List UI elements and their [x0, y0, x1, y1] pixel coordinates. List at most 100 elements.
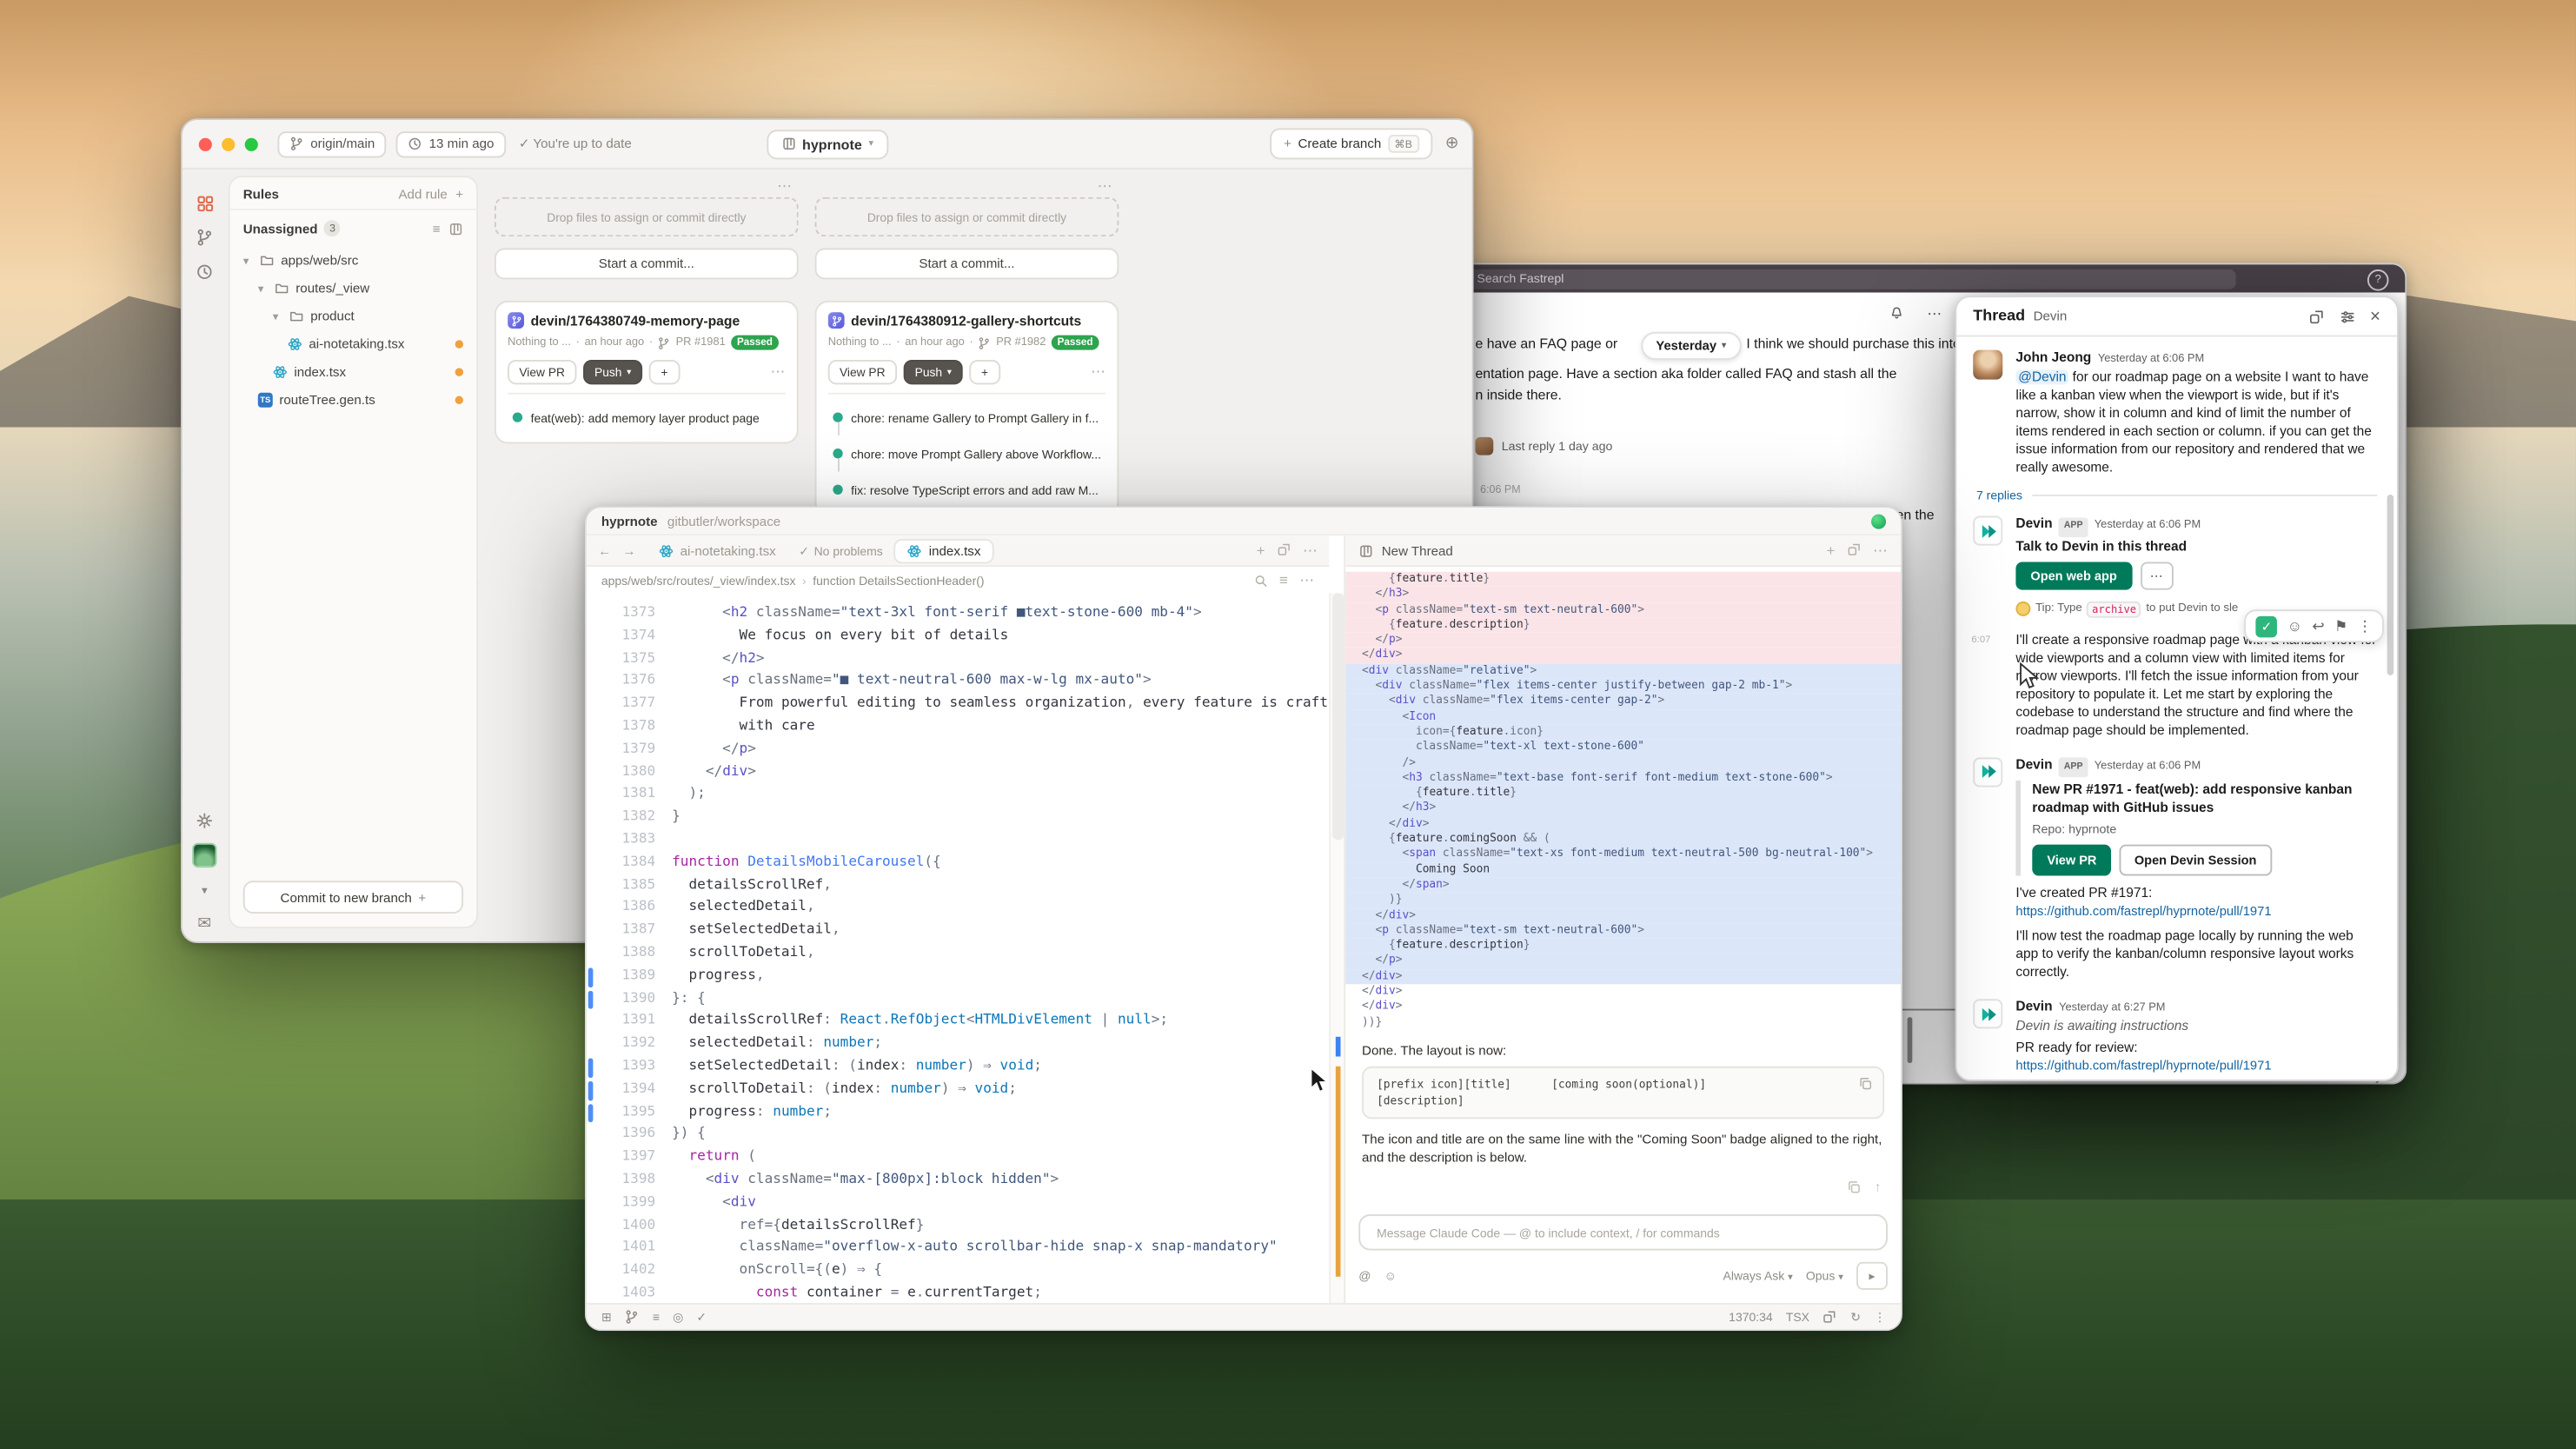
code-line[interactable]: 1396}) { — [587, 1125, 1329, 1147]
view-pr-button[interactable]: View PR — [508, 360, 576, 384]
tree-file-routetree[interactable]: TSrouteTree.gen.ts — [230, 386, 477, 414]
add-reaction-icon[interactable]: ☺ — [2287, 618, 2302, 635]
lane-menu-icon[interactable]: ⋯ — [777, 177, 792, 196]
permission-mode-select[interactable]: Always Ask ▾ — [1723, 1268, 1793, 1283]
drop-zone[interactable]: Drop files to assign or commit directly — [815, 197, 1119, 236]
workspace-switcher-button[interactable]: hyprnote▾ — [766, 129, 888, 158]
tree-view-icon[interactable] — [448, 221, 463, 236]
statusbar-more-icon[interactable]: ⋮ — [1874, 1310, 1886, 1325]
completed-reaction-icon[interactable]: ✓ — [2256, 615, 2278, 637]
mail-icon[interactable]: ✉ — [197, 907, 211, 941]
code-line[interactable]: 1388 scrollToDetail, — [587, 943, 1329, 966]
branch-name[interactable]: devin/1764380912-gallery-shortcuts — [828, 312, 1105, 329]
code-editor[interactable]: 1373 <h2 className="text-3xl font-serif … — [587, 593, 1329, 1303]
sync-icon[interactable]: ↻ — [1850, 1310, 1861, 1325]
branch-name[interactable]: devin/1764380749-memory-page — [508, 312, 785, 329]
pr-number[interactable]: PR #1981 — [676, 337, 726, 349]
code-line[interactable]: 1382} — [587, 807, 1329, 829]
user-avatar[interactable] — [192, 838, 216, 873]
claude-message-input[interactable] — [1373, 1223, 1873, 1241]
add-rule-button[interactable]: Add rule+ — [398, 187, 463, 202]
commit-row[interactable]: chore: rename Gallery to Prompt Gallery … — [828, 399, 1105, 435]
commit-row[interactable]: feat(web): add memory layer product page — [508, 399, 785, 435]
bookmark-icon[interactable]: ⚑ — [2334, 617, 2347, 635]
reply-icon[interactable]: ↩ — [2312, 617, 2324, 635]
code-line[interactable]: 1380 </div> — [587, 761, 1329, 784]
code-line[interactable]: 1378 with care — [587, 716, 1329, 739]
panel-more-icon[interactable]: ⋯ — [1873, 542, 1888, 560]
breadcrumb-path[interactable]: apps/web/src/routes/_view/index.tsx — [601, 573, 796, 588]
breadcrumb-symbol[interactable]: function DetailsSectionHeader() — [813, 573, 984, 588]
code-line[interactable]: 1376 <p className="■ text-neutral-600 ma… — [587, 671, 1329, 694]
mention-context-icon[interactable]: @ — [1358, 1268, 1371, 1283]
list-icon[interactable]: ≡ — [653, 1310, 660, 1325]
crumb-more-icon[interactable]: ⋯ — [1299, 571, 1314, 589]
add-button[interactable]: + — [970, 360, 1000, 384]
pr-number[interactable]: PR #1982 — [996, 337, 1046, 349]
nav-forward-icon[interactable]: → — [622, 543, 635, 558]
cursor-position[interactable]: 1370:34 — [1729, 1310, 1773, 1325]
list-view-icon[interactable]: ≡ — [433, 221, 441, 236]
code-line[interactable]: 1394 scrollToDetail: (index: number) ⇒ v… — [587, 1079, 1329, 1101]
pr-link[interactable]: https://github.com/fastrepl/hyprnote/pul… — [2015, 902, 2377, 921]
claude-message-input-box[interactable] — [1358, 1214, 1888, 1251]
code-line[interactable]: 1383 — [587, 830, 1329, 853]
panel-icon[interactable] — [1822, 1310, 1837, 1325]
add-button[interactable]: + — [649, 360, 680, 384]
search-icon[interactable] — [1253, 573, 1268, 588]
code-line[interactable]: 1392 selectedDetail: number; — [587, 1034, 1329, 1056]
code-line[interactable]: 1373 <h2 className="text-3xl font-serif … — [587, 603, 1329, 626]
user-mention[interactable]: @Devin — [2015, 369, 2068, 384]
code-line[interactable]: 1385 detailsScrollRef, — [587, 875, 1329, 898]
commit-to-new-branch-button[interactable]: Commit to new branch+ — [243, 881, 463, 914]
sliders-icon[interactable] — [2339, 308, 2355, 324]
lane-menu-icon[interactable]: ⋯ — [1098, 177, 1112, 196]
tree-folder-product[interactable]: ▾product — [230, 302, 477, 330]
panel-popout-icon[interactable] — [1847, 542, 1862, 556]
send-message-button[interactable]: ▸ — [1856, 1262, 1888, 1290]
nav-back-icon[interactable]: ← — [598, 543, 611, 558]
pr-title[interactable]: New PR #1971 - feat(web): add responsive… — [2032, 781, 2377, 817]
push-button[interactable]: Push▾ — [583, 360, 643, 384]
branch-icon[interactable] — [625, 1310, 640, 1325]
window-controls[interactable] — [199, 137, 258, 150]
code-line[interactable]: 1400 ref={detailsScrollRef} — [587, 1215, 1329, 1238]
commit-row[interactable]: fix: resolve TypeScript errors and add r… — [828, 472, 1105, 508]
code-line[interactable]: 1403 const container = e.currentTarget; — [587, 1283, 1329, 1303]
more-icon[interactable]: ⋯ — [1927, 306, 1942, 324]
split-editor-icon[interactable] — [1277, 542, 1291, 556]
code-line[interactable]: 1379 </p> — [587, 739, 1329, 761]
author-name[interactable]: Devin — [2015, 755, 2052, 774]
tree-file-index[interactable]: index.tsx — [230, 358, 477, 386]
code-line[interactable]: 1391 detailsScrollRef: React.RefObject<H… — [587, 1011, 1329, 1034]
code-line[interactable]: 1377 From powerful editing to seamless o… — [587, 694, 1329, 716]
open-devin-session-button[interactable]: Open Devin Session — [2120, 845, 2272, 876]
open-web-app-button[interactable]: Open web app — [2015, 562, 2131, 589]
code-line[interactable]: 1387 setSelectedDetail, — [587, 921, 1329, 943]
remote-branch-chip[interactable]: origin/main — [277, 130, 386, 156]
commit-row[interactable]: chore: move Prompt Gallery above Workflo… — [828, 435, 1105, 472]
code-line[interactable]: 1390}: { — [587, 988, 1329, 1011]
settings-gear-icon[interactable] — [196, 803, 214, 838]
start-commit-button[interactable]: Start a commit... — [495, 248, 799, 279]
slack-search-input[interactable]: Search Fastrepl — [1464, 269, 2235, 289]
model-select[interactable]: Opus ▾ — [1806, 1268, 1843, 1283]
check-icon[interactable]: ✓ — [696, 1310, 707, 1325]
scrollbar-thumb[interactable] — [1332, 593, 1344, 840]
avatar[interactable] — [1973, 350, 2002, 380]
push-button[interactable]: Push▾ — [903, 360, 963, 384]
pr-link[interactable]: https://github.com/fastrepl/hyprnote/pul… — [2015, 1056, 2377, 1074]
editor-more-icon[interactable]: ⋯ — [1303, 542, 1318, 560]
view-pr-button[interactable]: View PR — [2032, 845, 2111, 876]
code-line[interactable]: 1386 selectedDetail, — [587, 898, 1329, 921]
tab-ai-notetaking[interactable]: ai-notetaking.tsx — [647, 540, 787, 562]
tree-file-ai-notetaking[interactable]: ai-notetaking.tsx — [230, 330, 477, 358]
target-icon[interactable]: ⊕ — [1445, 135, 1459, 153]
new-tab-icon[interactable]: + — [1257, 542, 1265, 560]
last-fetch-chip[interactable]: 13 min ago — [396, 130, 506, 156]
view-pr-button[interactable]: View PR — [828, 360, 897, 384]
code-line[interactable]: 1375 </h2> — [587, 648, 1329, 671]
branches-view-icon[interactable] — [196, 220, 214, 255]
author-name[interactable]: Devin — [2015, 515, 2052, 533]
code-line[interactable]: 1398 <div className="max-[800px]:block h… — [587, 1170, 1329, 1193]
